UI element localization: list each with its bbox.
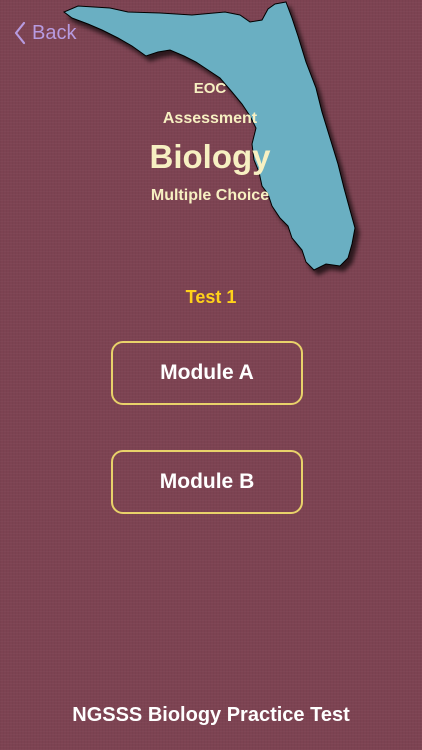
test-title: Test 1 [185, 287, 237, 307]
back-label: Back [32, 21, 77, 44]
page-title: Biology [149, 138, 271, 175]
header-assessment: Assessment [162, 110, 258, 127]
header-subtitle: Multiple Choice [150, 187, 270, 204]
module-b-button[interactable]: Module B [111, 450, 303, 514]
footer-title: NGSSS Biology Practice Test [72, 704, 350, 726]
back-button[interactable]: Back [14, 18, 76, 48]
header-eoc: EOC [193, 80, 227, 97]
module-a-button[interactable]: Module A [111, 341, 303, 405]
module-b-label: Module B [159, 470, 255, 493]
chevron-left-icon [14, 21, 26, 45]
module-a-label: Module A [160, 361, 254, 384]
